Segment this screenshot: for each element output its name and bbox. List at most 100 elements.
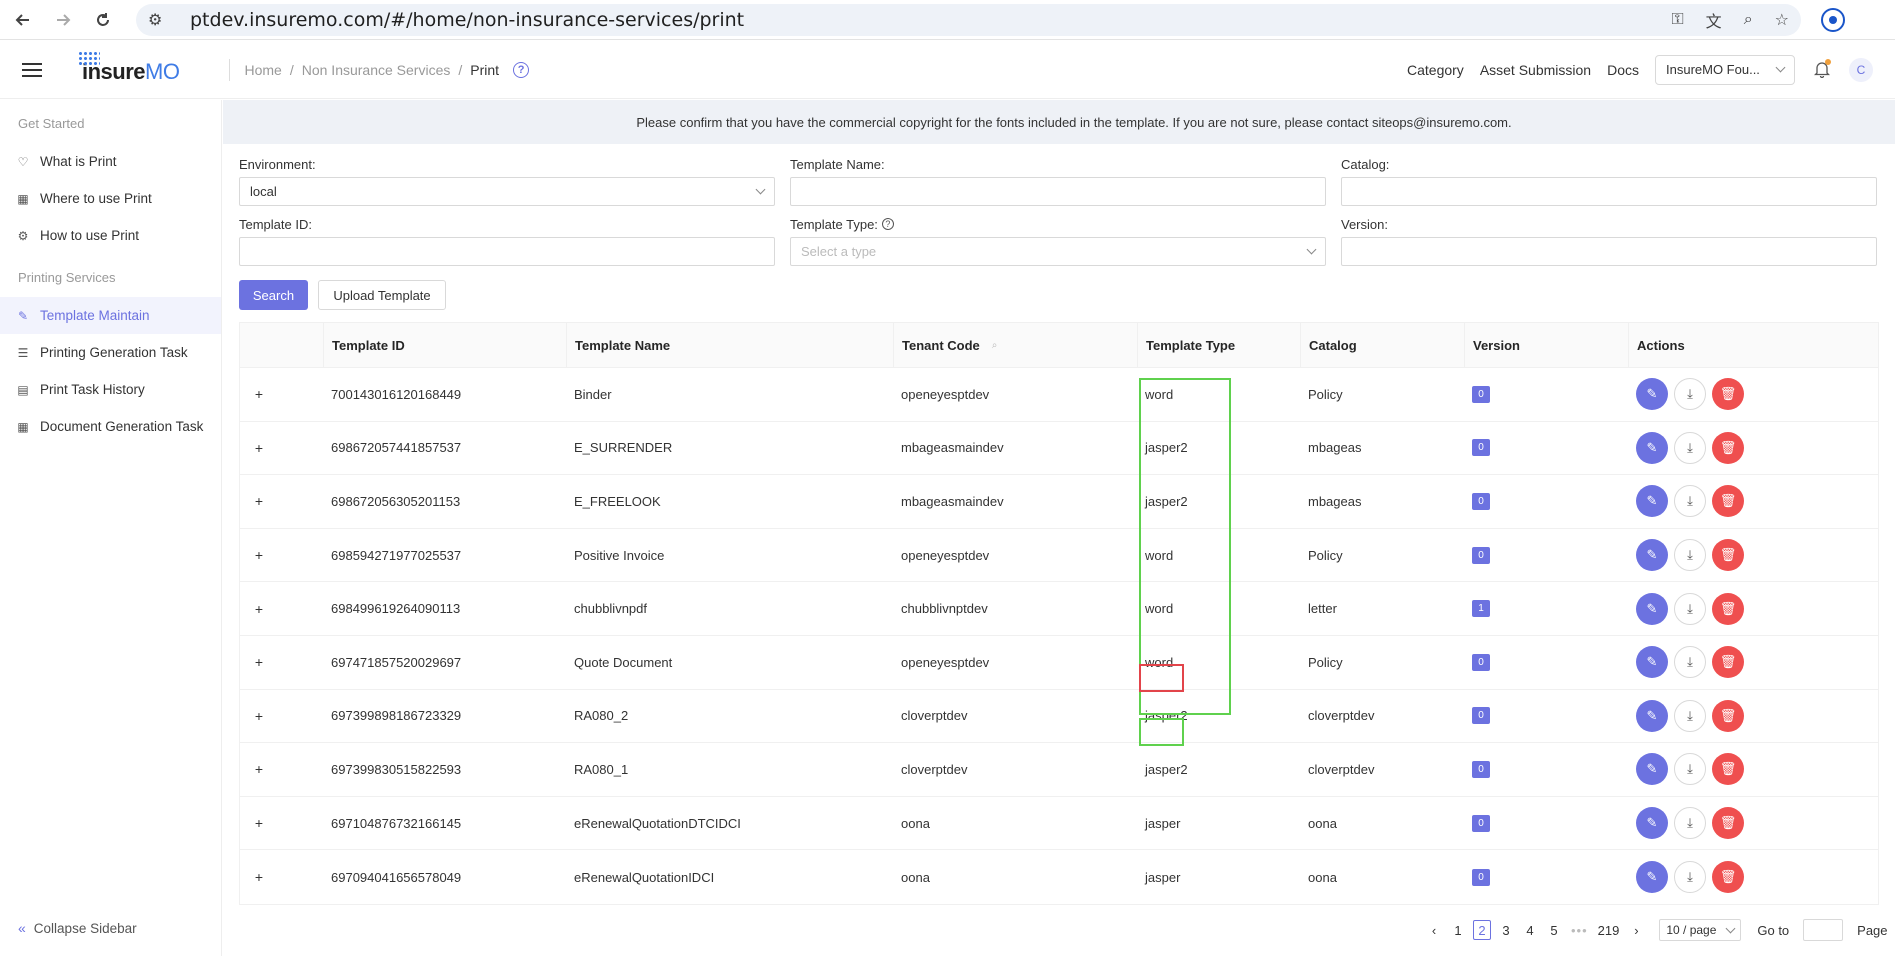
key-icon[interactable]: ⚿ (1671, 11, 1683, 29)
template-type-select[interactable]: Select a type (790, 237, 1326, 266)
delete-icon[interactable]: 🗑 (1712, 431, 1744, 464)
page-last[interactable]: 219 (1596, 920, 1622, 940)
version-badge[interactable]: 0 (1472, 546, 1490, 564)
version-badge[interactable]: 0 (1472, 439, 1490, 457)
page-5[interactable]: 5 (1545, 920, 1563, 940)
download-icon[interactable]: ⤓ (1674, 539, 1706, 572)
page-3[interactable]: 3 (1497, 920, 1515, 940)
version-badge[interactable]: 0 (1472, 760, 1490, 778)
version-badge[interactable]: 0 (1472, 814, 1490, 832)
breadcrumb-non-insurance[interactable]: Non Insurance Services (302, 62, 451, 78)
version-badge[interactable]: 0 (1472, 707, 1490, 725)
version-badge[interactable]: 0 (1472, 385, 1490, 403)
page-2[interactable]: 2 (1473, 920, 1491, 940)
version-badge[interactable]: 1 (1472, 600, 1490, 618)
edit-icon[interactable]: ✎ (1636, 699, 1668, 732)
download-icon[interactable]: ⤓ (1674, 699, 1706, 732)
edit-icon[interactable]: ✎ (1636, 807, 1668, 840)
catalog-input[interactable] (1341, 177, 1877, 206)
version-input[interactable] (1341, 237, 1877, 266)
insuremo-logo[interactable]: insure MO (78, 50, 180, 85)
workspace-select[interactable]: InsureMO Fou... (1655, 54, 1795, 85)
download-icon[interactable]: ⤓ (1674, 861, 1706, 894)
question-icon[interactable]: ? (881, 218, 894, 230)
delete-icon[interactable]: 🗑 (1712, 539, 1744, 572)
nav-asset-submission[interactable]: Asset Submission (1480, 62, 1591, 78)
sidebar-item-template-maintain[interactable]: ✎ Template Maintain (0, 297, 221, 334)
download-icon[interactable]: ⤓ (1674, 485, 1706, 518)
delete-icon[interactable]: 🗑 (1712, 807, 1744, 840)
sidebar-item-where-to-use[interactable]: ▦ Where to use Print (0, 180, 221, 217)
page-size-select[interactable]: 10 / page (1659, 919, 1742, 941)
nav-category[interactable]: Category (1407, 62, 1464, 78)
edit-icon[interactable]: ✎ (1636, 485, 1668, 518)
expand-icon[interactable]: + (252, 601, 266, 617)
version-badge[interactable]: 0 (1472, 868, 1490, 886)
expand-icon[interactable]: + (252, 547, 266, 563)
expand-icon[interactable]: + (252, 761, 266, 777)
template-id-input[interactable] (239, 237, 775, 266)
expand-icon[interactable]: + (252, 708, 266, 724)
expand-icon[interactable]: + (252, 654, 266, 670)
zoom-icon[interactable]: ⌕ (1744, 11, 1753, 29)
edit-icon[interactable]: ✎ (1636, 592, 1668, 625)
edit-icon[interactable]: ✎ (1636, 646, 1668, 679)
template-name-input[interactable] (790, 177, 1326, 206)
delete-icon[interactable]: 🗑 (1712, 861, 1744, 894)
browser-profile-icon[interactable] (1821, 7, 1845, 32)
version-badge[interactable]: 0 (1472, 653, 1490, 671)
edit-icon[interactable]: ✎ (1636, 753, 1668, 786)
help-icon[interactable]: ? (513, 61, 530, 78)
download-icon[interactable]: ⤓ (1674, 646, 1706, 679)
sidebar-item-printing-generation-task[interactable]: ☰ Printing Generation Task (0, 334, 221, 371)
download-icon[interactable]: ⤓ (1674, 378, 1706, 411)
download-icon[interactable]: ⤓ (1674, 807, 1706, 840)
star-icon[interactable]: ☆ (1775, 10, 1789, 30)
translate-icon[interactable]: 文 (1706, 8, 1722, 32)
edit-icon[interactable]: ✎ (1636, 539, 1668, 572)
sidebar-item-print-task-history[interactable]: ▤ Print Task History (0, 371, 221, 408)
edit-icon[interactable]: ✎ (1636, 861, 1668, 894)
delete-icon[interactable]: 🗑 (1712, 378, 1744, 411)
site-settings-icon[interactable]: ⚙ (148, 10, 170, 30)
forward-icon[interactable] (46, 3, 80, 37)
menu-icon[interactable] (22, 62, 42, 77)
next-page-icon[interactable]: › (1627, 920, 1645, 940)
address-bar[interactable]: ⚙ ptdev.insuremo.com/#/home/non-insuranc… (136, 3, 1801, 36)
search-icon[interactable]: ⌕ (992, 340, 998, 351)
download-icon[interactable]: ⤓ (1674, 431, 1706, 464)
collapse-sidebar-button[interactable]: « Collapse Sidebar (18, 920, 137, 936)
delete-icon[interactable]: 🗑 (1712, 753, 1744, 786)
search-button[interactable]: Search (239, 280, 308, 310)
sidebar-item-what-is-print[interactable]: ♡ What is Print (0, 143, 221, 180)
avatar[interactable]: C (1849, 57, 1873, 82)
expand-icon[interactable]: + (252, 869, 266, 885)
prev-page-icon[interactable]: ‹ (1425, 920, 1443, 940)
ellipsis-icon[interactable]: ••• (1569, 920, 1590, 940)
delete-icon[interactable]: 🗑 (1712, 485, 1744, 518)
url-text[interactable]: ptdev.insuremo.com/#/home/non-insurance-… (190, 9, 744, 31)
delete-icon[interactable]: 🗑 (1712, 592, 1744, 625)
reload-icon[interactable] (86, 3, 120, 37)
delete-icon[interactable]: 🗑 (1712, 699, 1744, 732)
download-icon[interactable]: ⤓ (1674, 753, 1706, 786)
environment-select[interactable]: local (239, 177, 775, 206)
upload-template-button[interactable]: Upload Template (318, 280, 446, 310)
goto-page-input[interactable] (1803, 919, 1844, 941)
nav-docs[interactable]: Docs (1607, 62, 1639, 78)
expand-icon[interactable]: + (252, 493, 266, 509)
delete-icon[interactable]: 🗑 (1712, 646, 1744, 679)
bell-icon[interactable] (1811, 59, 1833, 78)
breadcrumb-home[interactable]: Home (244, 62, 281, 78)
page-4[interactable]: 4 (1521, 920, 1539, 940)
download-icon[interactable]: ⤓ (1674, 592, 1706, 625)
edit-icon[interactable]: ✎ (1636, 431, 1668, 464)
expand-icon[interactable]: + (252, 386, 266, 402)
expand-icon[interactable]: + (252, 440, 266, 456)
back-icon[interactable] (6, 3, 40, 37)
version-badge[interactable]: 0 (1472, 492, 1490, 510)
expand-icon[interactable]: + (252, 815, 266, 831)
sidebar-item-document-generation-task[interactable]: ▦ Document Generation Task (0, 408, 221, 445)
page-1[interactable]: 1 (1449, 920, 1467, 940)
sidebar-item-how-to-use[interactable]: ⚙ How to use Print (0, 217, 221, 254)
